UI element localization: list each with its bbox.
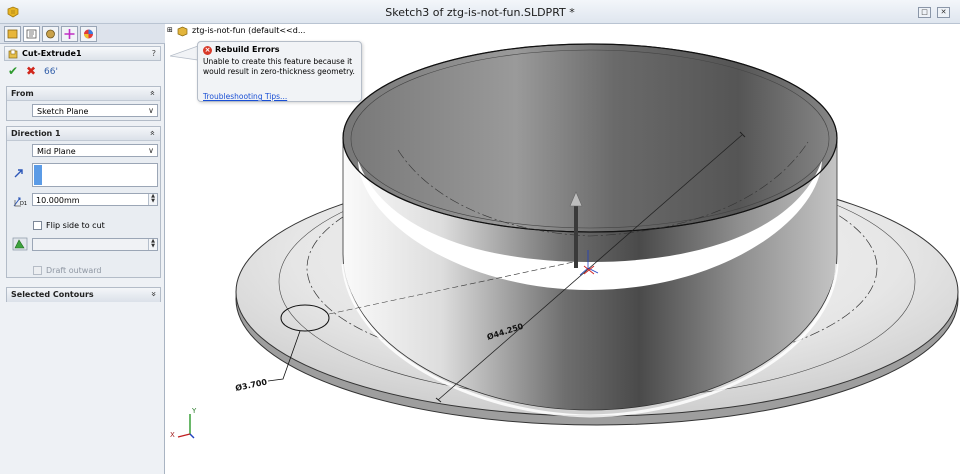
tab-dimxpert-manager[interactable] [61,26,78,42]
restore-button[interactable]: □ [918,7,931,18]
direction-arrow-icon [14,169,23,178]
from-group-header[interactable]: From » [7,87,160,101]
direction1-group-header[interactable]: Direction 1 » [7,127,160,141]
direction1-group: Direction 1 » Mid Plane ∨ D1 10.000mm ▲ ▼… [6,126,161,278]
direction1-group-title: Direction 1 [11,129,61,138]
configuration-manager-icon [46,29,55,39]
cut-extrude-icon [8,49,18,59]
triad-x-label: X [170,431,175,439]
from-start-condition-value: Sketch Plane [37,107,89,116]
tree-expand-icon[interactable]: ⊞ [167,26,173,34]
draft-angle-spinner[interactable]: ▲ ▼ [148,239,157,250]
draft-angle-input[interactable]: ▲ ▼ [32,238,158,251]
ok-icon[interactable]: ✔ [8,65,18,77]
error-icon: × [203,46,212,55]
manager-tabs [0,24,165,44]
window-title: Sketch3 of ztg-is-not-fun.SLDPRT * [385,6,575,19]
tab-configuration-manager[interactable] [42,26,59,42]
draft-icon[interactable] [12,237,28,251]
expand-icon: » [148,291,159,297]
feature-manager-icon [7,29,18,39]
troubleshooting-tips-link[interactable]: Troubleshooting Tips... [203,92,287,101]
cancel-icon[interactable]: ✖ [26,65,36,77]
collapse-icon: » [148,130,159,136]
end-condition-value: Mid Plane [37,147,76,156]
selected-contours-header[interactable]: Selected Contours » [7,288,160,302]
from-group: From » Sketch Plane ∨ [6,86,161,121]
help-button[interactable]: ? [152,49,156,58]
direction-reference-listbox[interactable] [32,163,158,187]
restore-icon: □ [921,8,928,16]
end-condition-select[interactable]: Mid Plane ∨ [32,144,158,157]
collapse-icon: » [148,90,159,96]
property-manager-panel: Cut-Extrude1 ? ✔ ✖ 66' From » Sketch Pla… [0,24,165,474]
chevron-down-icon: ∨ [148,106,154,115]
tree-root-label[interactable]: ztg-is-not-fun (default<<d... [192,26,305,35]
flip-side-to-cut-label: Flip side to cut [46,221,105,230]
title-bar: Sketch3 of ztg-is-not-fun.SLDPRT * □ ✕ [0,0,960,24]
chevron-down-icon: ∨ [148,146,154,155]
dimxpert-icon [64,29,75,39]
flip-side-to-cut-checkbox[interactable] [33,221,42,230]
draft-outward-label: Draft outward [46,266,102,275]
close-button[interactable]: ✕ [937,7,950,18]
tab-property-manager[interactable] [23,26,40,42]
depth-value: 10.000mm [36,196,80,205]
selected-contours-title: Selected Contours [11,290,94,299]
from-group-title: From [11,89,34,98]
tab-feature-manager[interactable] [4,26,21,42]
feature-title: Cut-Extrude1 [22,49,82,58]
tooltip-pointer [170,45,199,61]
tooltip-message: Unable to create this feature because it… [203,57,355,76]
close-icon: ✕ [940,8,947,16]
depth-input[interactable]: 10.000mm ▲ ▼ [32,193,158,206]
draft-outward-checkbox[interactable] [33,266,42,275]
tooltip-title: Rebuild Errors [215,45,280,54]
depth-label: D1 [20,201,28,207]
display-manager-icon [84,29,93,39]
part-icon [177,26,188,37]
depth-spinner[interactable]: ▲ ▼ [148,194,157,205]
from-start-condition-select[interactable]: Sketch Plane ∨ [32,104,158,117]
triad-y-label: Y [192,407,197,415]
feature-header: Cut-Extrude1 ? [4,46,161,61]
property-manager-icon [26,29,37,39]
tab-display-manager[interactable] [80,26,97,42]
extrude-direction-arrow[interactable] [574,205,578,268]
detailed-preview-icon[interactable]: 66' [44,66,58,78]
small-diameter-dimension[interactable]: Ø3.700 [234,376,268,393]
selected-contours-group: Selected Contours » [6,287,161,302]
rebuild-errors-tooltip: × Rebuild Errors Unable to create this f… [197,41,362,102]
cylinder-inner-wall [342,43,838,233]
selection-highlight [34,165,42,185]
